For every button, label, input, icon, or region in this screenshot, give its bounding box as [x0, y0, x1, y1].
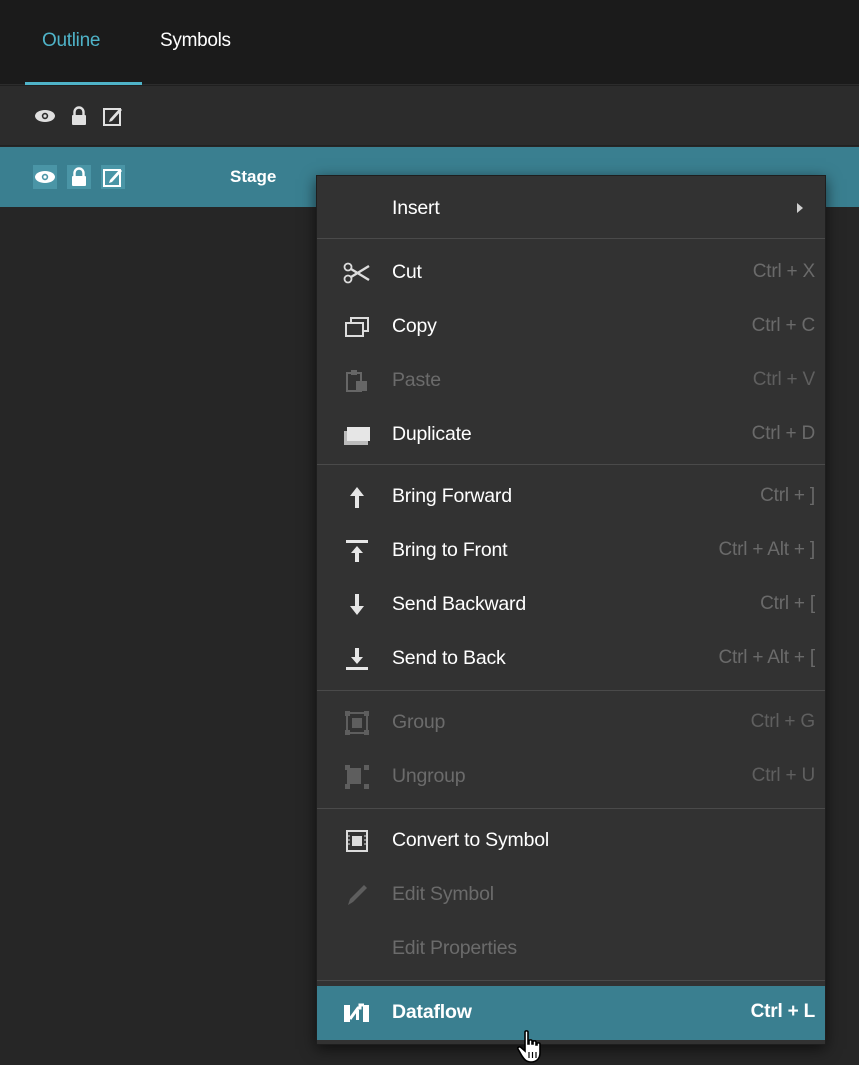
- menu-item-label: Insert: [392, 197, 440, 219]
- menu-item-label: Send to Back: [392, 647, 506, 669]
- scissors-icon: [343, 259, 371, 287]
- menu-separator: [317, 464, 825, 465]
- pencil-icon: [343, 881, 371, 909]
- shortcut-label: Ctrl + [: [760, 593, 815, 614]
- menu-item-label: Duplicate: [392, 423, 472, 445]
- menu-item-insert[interactable]: Insert: [317, 182, 825, 236]
- menu-separator: [317, 238, 825, 239]
- menu-item-duplicate[interactable]: Duplicate Ctrl + D: [317, 408, 825, 462]
- eye-icon[interactable]: [33, 104, 57, 128]
- active-tab-indicator: [25, 82, 142, 85]
- menu-item-convert-to-symbol[interactable]: Convert to Symbol: [317, 814, 825, 868]
- lock-icon[interactable]: [67, 104, 91, 128]
- menu-item-label: Edit Properties: [392, 937, 517, 959]
- menu-item-label: Convert to Symbol: [392, 829, 549, 851]
- panel-tab-bar: Outline Symbols: [0, 0, 859, 85]
- menu-separator: [317, 980, 825, 981]
- menu-item-label: Edit Symbol: [392, 883, 494, 905]
- arrow-down-icon: [343, 591, 371, 619]
- menu-item-send-backward[interactable]: Send Backward Ctrl + [: [317, 578, 825, 632]
- menu-item-label: Copy: [392, 315, 437, 337]
- eye-icon[interactable]: [33, 165, 57, 189]
- menu-item-copy[interactable]: Copy Ctrl + C: [317, 300, 825, 354]
- menu-item-label: Dataflow: [392, 1001, 472, 1023]
- edit-icon[interactable]: [101, 104, 125, 128]
- menu-item-paste[interactable]: Paste Ctrl + V: [317, 354, 825, 408]
- submenu-arrow-icon: [797, 203, 803, 213]
- shortcut-label: Ctrl + V: [752, 369, 815, 390]
- group-icon: [343, 709, 371, 737]
- tab-symbols[interactable]: Symbols: [160, 30, 231, 52]
- shortcut-label: Ctrl + ]: [760, 485, 815, 506]
- menu-separator: [317, 808, 825, 809]
- ungroup-icon: [343, 763, 371, 791]
- bring-to-front-icon: [343, 537, 371, 565]
- symbol-icon: [343, 827, 371, 855]
- stage-label: Stage: [230, 167, 277, 186]
- outline-header-row: [0, 86, 859, 146]
- shortcut-label: Ctrl + Alt + [: [718, 647, 816, 668]
- edit-icon[interactable]: [101, 165, 125, 189]
- menu-item-dataflow[interactable]: Dataflow Ctrl + L: [317, 986, 825, 1040]
- lock-icon[interactable]: [67, 165, 91, 189]
- shortcut-label: Ctrl + L: [750, 1001, 816, 1022]
- shortcut-label: Ctrl + C: [751, 315, 816, 336]
- copy-icon: [343, 313, 371, 341]
- menu-item-cut[interactable]: Cut Ctrl + X: [317, 246, 825, 300]
- menu-item-label: Paste: [392, 369, 441, 391]
- shortcut-label: Ctrl + U: [751, 765, 816, 786]
- menu-item-edit-properties[interactable]: Edit Properties: [317, 922, 825, 976]
- shortcut-label: Ctrl + G: [750, 711, 816, 732]
- arrow-up-icon: [343, 483, 371, 511]
- menu-separator: [317, 690, 825, 691]
- menu-item-edit-symbol[interactable]: Edit Symbol: [317, 868, 825, 922]
- shortcut-label: Ctrl + D: [751, 423, 816, 444]
- menu-item-label: Ungroup: [392, 765, 466, 787]
- menu-item-send-to-back[interactable]: Send to Back Ctrl + Alt + [: [317, 632, 825, 686]
- hand-pointer-cursor-icon: [516, 1030, 546, 1064]
- duplicate-icon: [343, 421, 371, 449]
- menu-item-label: Cut: [392, 261, 422, 283]
- menu-item-group[interactable]: Group Ctrl + G: [317, 696, 825, 750]
- menu-item-bring-forward[interactable]: Bring Forward Ctrl + ]: [317, 470, 825, 524]
- menu-item-ungroup[interactable]: Ungroup Ctrl + U: [317, 750, 825, 804]
- menu-item-label: Send Backward: [392, 593, 526, 615]
- menu-item-bring-to-front[interactable]: Bring to Front Ctrl + Alt + ]: [317, 524, 825, 578]
- menu-item-label: Bring Forward: [392, 485, 512, 507]
- send-to-back-icon: [343, 645, 371, 673]
- paste-icon: [343, 367, 371, 395]
- menu-item-label: Bring to Front: [392, 539, 508, 561]
- shortcut-label: Ctrl + Alt + ]: [718, 539, 816, 560]
- dataflow-icon: [343, 999, 371, 1027]
- context-menu: Insert Cut Ctrl + X Copy Ctrl + C Paste …: [316, 175, 826, 1045]
- menu-item-label: Group: [392, 711, 446, 733]
- shortcut-label: Ctrl + X: [752, 261, 815, 282]
- tab-outline[interactable]: Outline: [42, 30, 100, 52]
